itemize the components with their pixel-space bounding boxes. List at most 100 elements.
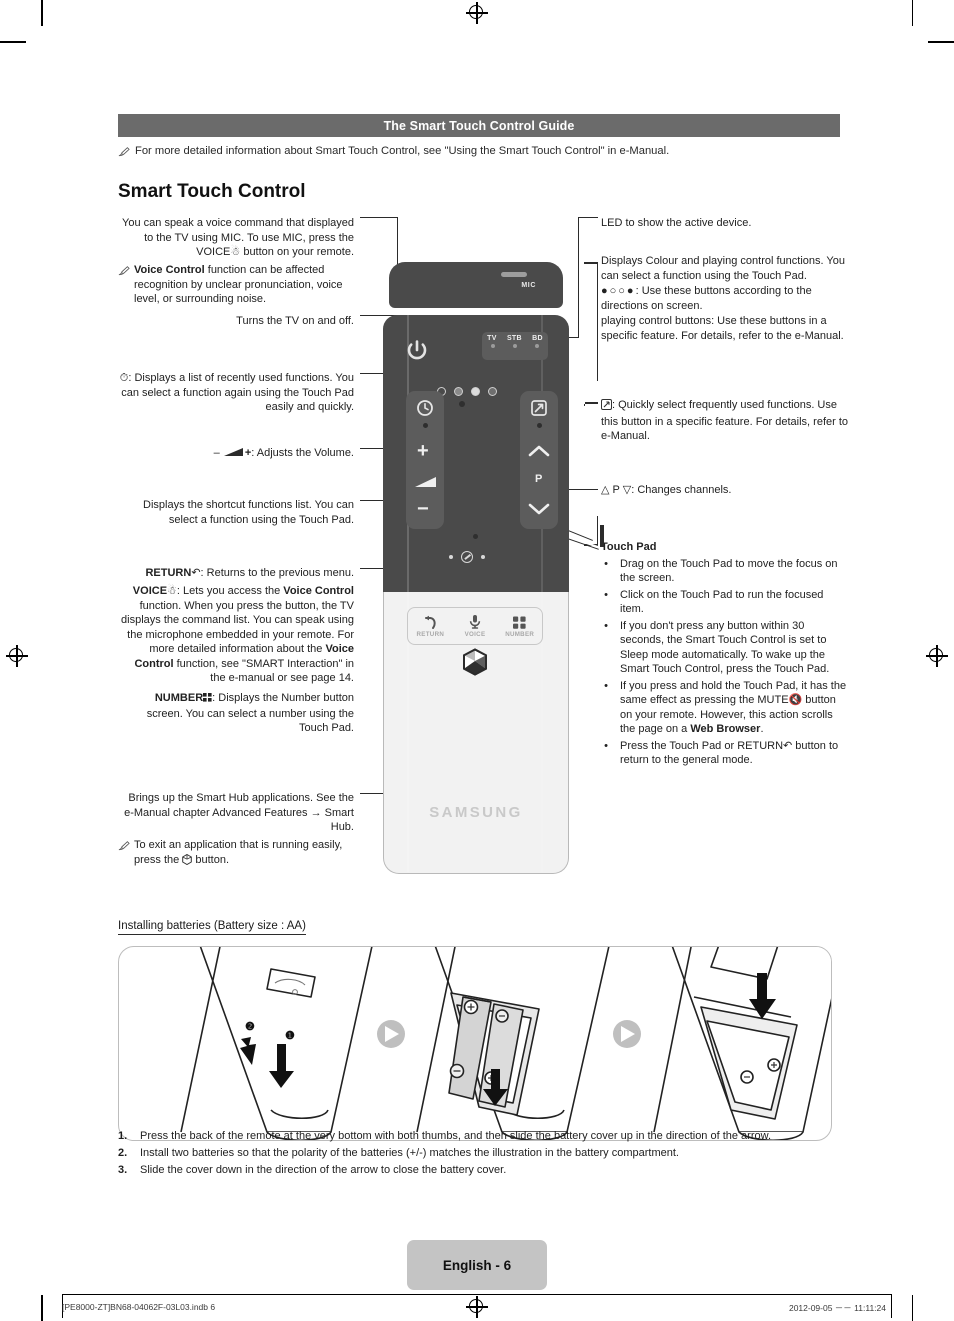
smart-hub-cube-icon [182, 853, 193, 870]
channel-down-button[interactable] [528, 502, 550, 521]
mic-glyph-icon: ☃ [230, 246, 241, 259]
leader-led-v [578, 217, 580, 338]
shortcut-button-icon[interactable] [530, 399, 548, 422]
leader-colour-v [597, 262, 599, 382]
web-browser-bold: Web Browser [690, 723, 761, 736]
left-callout-voice: VOICE☃: Lets you access the Voice Contro… [118, 584, 354, 686]
header-note-text: For more detailed information about Smar… [135, 145, 670, 157]
channel-up-button[interactable] [528, 444, 550, 463]
registration-mark-left [6, 645, 28, 667]
mic-line2: to the TV using MIC. To use MIC, press t… [144, 231, 354, 244]
hub-callout-text: Brings up the Smart Hub applications. Se… [124, 792, 354, 834]
right-callout-shortcut: : Quickly select frequently used functio… [601, 398, 849, 444]
return-button-label: RETURN [416, 630, 445, 638]
left-callout-recent: ⏱: Displays a list of recently used func… [118, 371, 354, 415]
device-label-tv: TV [487, 335, 497, 342]
voice-label: VOICE [132, 585, 168, 597]
hub-note-1: To exit an application that is running e… [134, 839, 343, 866]
voice-control-bold-1: Voice Control [283, 585, 354, 597]
volume-up-button[interactable]: + [417, 440, 429, 463]
leader-touchpad-end [600, 525, 604, 547]
number-button[interactable]: NUMBER [497, 608, 542, 644]
left-callout-return: RETURN↶: Returns to the previous menu. [118, 566, 354, 581]
device-led-tv [491, 344, 495, 348]
touchpad-dot-right [481, 555, 485, 559]
leader-colour-h [584, 262, 598, 264]
page-number-badge: English - 6 [407, 1240, 547, 1290]
smart-hub-button[interactable] [462, 648, 488, 676]
footer-rule-right-tick [891, 1294, 892, 1318]
device-selector[interactable]: TV STB BD [482, 332, 548, 360]
return-arrow-icon [425, 615, 436, 629]
colour-button-3[interactable] [471, 387, 480, 396]
return-button[interactable]: RETURN [408, 608, 453, 644]
voice-button[interactable]: VOICE [453, 608, 498, 644]
left-callout-volume: – +: Adjusts the Volume. [118, 446, 354, 462]
channel-letter: P [612, 484, 620, 496]
colour-button-4[interactable] [488, 387, 497, 396]
recent-button-icon[interactable] [416, 399, 434, 422]
mic-slot [501, 272, 527, 277]
device-led-stb [513, 344, 517, 348]
right-callout-channel: △ P ▽: Changes channels. [601, 483, 849, 498]
colour-callout-3: playing control buttons: Use these butto… [601, 315, 844, 342]
crop-mark-br-v [911, 1295, 913, 1321]
leader-led-h [578, 217, 598, 219]
shortcut-key-icon [601, 399, 612, 415]
chevron-up-icon: △ [601, 484, 610, 496]
touchpad-bullet: • If you don't press any button within 30… [601, 619, 849, 677]
channel-letter: P [535, 473, 543, 485]
led-callout-text: LED to show the active device. [601, 217, 752, 229]
leader-shortcutR-h [584, 402, 598, 404]
manual-page: The Smart Touch Control Guide For more d… [0, 0, 954, 1321]
bullet-icon: • [604, 739, 608, 752]
bottom-button-bar[interactable]: RETURN VOICE NUMBER [407, 607, 543, 645]
shortcut-led [537, 423, 542, 428]
recent-callout-text: : Displays a list of recently used funct… [121, 372, 354, 414]
touchpad-bullet-4-rest-2: . [760, 723, 764, 736]
touchpad-title: Touch Pad [601, 541, 657, 553]
power-callout-text: Turns the TV on and off. [236, 315, 354, 327]
bullet-icon: • [604, 679, 608, 692]
battery-section-title: Installing batteries (Battery size : AA) [118, 920, 306, 935]
leader-touchpad-v [597, 516, 599, 544]
mic-line3b: button on your remote. [240, 246, 354, 259]
mic-voice-label: VOICE [196, 246, 231, 259]
battery-steps: 1. Press the back of the remote at the v… [118, 1128, 848, 1179]
recent-led [423, 423, 428, 428]
touchpad-bullet: • Drag on the Touch Pad to move the focus… [601, 557, 849, 586]
battery-step: 1. Press the back of the remote at the v… [118, 1130, 772, 1142]
bullet-icon: • [604, 619, 608, 632]
touchpad-top-led [473, 534, 478, 539]
pencil-note-icon [118, 840, 130, 851]
smart-hub-cube-icon [463, 648, 487, 676]
left-callout-power: Turns the TV on and off. [118, 314, 354, 329]
volume-minus-label: – [213, 447, 220, 459]
shortcut-callout-text: : Quickly select frequently used functio… [601, 399, 849, 443]
volume-down-button[interactable]: − [417, 498, 429, 521]
return-arrow-icon: ↶ [191, 567, 201, 579]
battery-illustration: ❷ ❶ [180, 947, 831, 1140]
remote-mic-module: MIC [389, 262, 563, 308]
voice-callout-2: function. When you press the button, the… [121, 599, 354, 656]
right-callout-colour: Displays Colour and playing control func… [601, 254, 849, 343]
section-title-text: The Smart Touch Control Guide [383, 118, 575, 133]
svg-text:❶: ❶ [285, 1030, 295, 1042]
footer-rule [62, 1294, 892, 1295]
bullet-icon: • [604, 588, 608, 601]
colour-buttons[interactable] [437, 387, 497, 396]
device-label-stb: STB [506, 335, 522, 342]
voice-callout-1: : Lets you access the [176, 585, 284, 597]
registration-mark-top [466, 2, 488, 24]
voice-button-label: VOICE [464, 631, 486, 638]
touchpad-indicator[interactable] [449, 551, 485, 563]
registration-mark-bottom [466, 1296, 488, 1318]
number-grid-icon [513, 616, 526, 629]
crop-mark-tl-h [0, 41, 26, 43]
number-button-label: NUMBER [505, 630, 535, 638]
left-callout-mic: You can speak a voice command that displ… [118, 216, 354, 260]
colour-button-2[interactable] [454, 387, 463, 396]
mic-label: MIC [521, 282, 536, 289]
return-label: RETURN [145, 567, 192, 579]
power-button[interactable] [404, 338, 430, 364]
